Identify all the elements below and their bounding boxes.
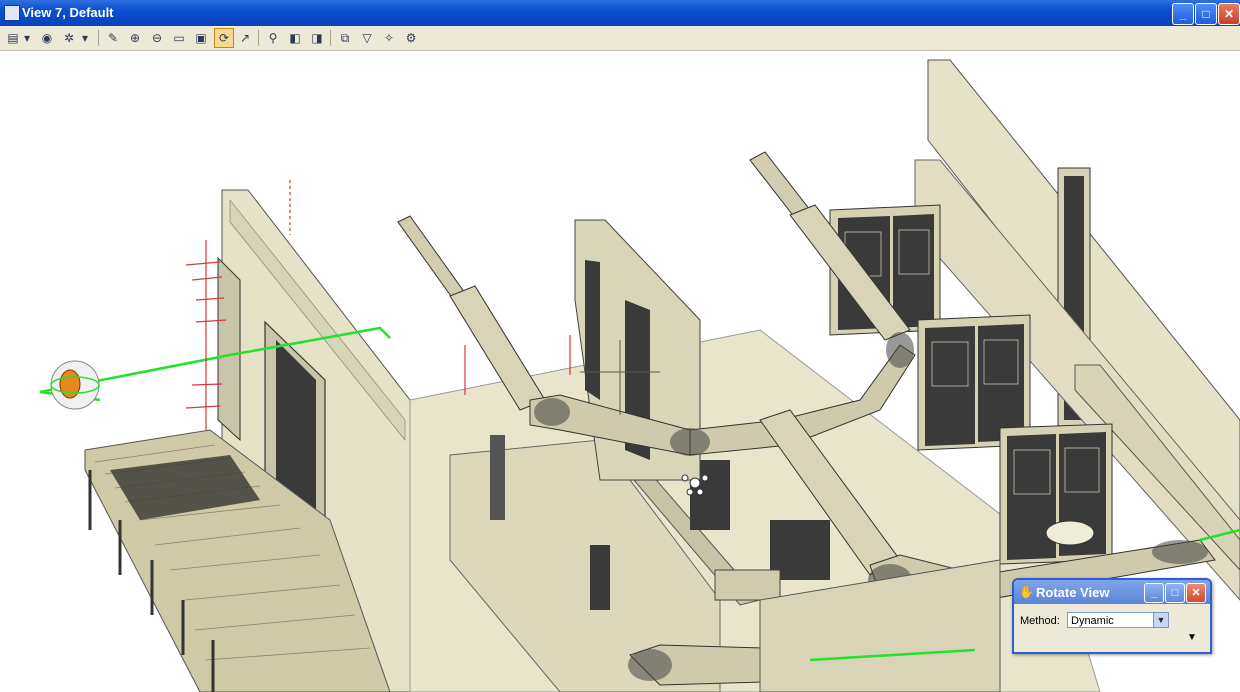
toolbar-separator	[258, 30, 259, 46]
interior-column	[490, 435, 505, 520]
dialog-minimize-button[interactable]: _	[1144, 583, 1164, 603]
chevron-down-icon[interactable]: ▼	[1153, 613, 1168, 627]
method-value: Dynamic	[1071, 615, 1114, 627]
round-table	[1045, 520, 1095, 546]
clip-volume-icon[interactable]: ▽	[358, 29, 376, 47]
toolbar-separator	[98, 30, 99, 46]
window-titlebar[interactable]: View 7, Default _ □ ✕	[0, 0, 1240, 26]
update-view-icon[interactable]: ✎	[104, 29, 122, 47]
window-app-icon	[4, 5, 20, 21]
settings-icon[interactable]: ⚙	[402, 29, 420, 47]
method-select[interactable]: Dynamic ▼	[1067, 612, 1169, 628]
dialog-title: Rotate View	[1036, 585, 1110, 600]
view-display-icon[interactable]: ▤	[4, 29, 22, 47]
pan-view-icon[interactable]: ↗	[236, 29, 254, 47]
interior-block	[714, 569, 781, 601]
rotation-sphere-gizmo	[50, 360, 100, 410]
rotate-view-icon[interactable]: ⟳	[214, 28, 234, 48]
toolbar-separator	[330, 30, 331, 46]
hand-icon: ✋	[1019, 585, 1034, 599]
dialog-titlebar[interactable]: ✋ Rotate View _ □ ✕	[1014, 580, 1210, 604]
walk-icon[interactable]: ⚲	[264, 29, 282, 47]
minimize-button[interactable]: _	[1172, 3, 1194, 25]
previous-view-icon[interactable]: ◧	[286, 29, 304, 47]
zoom-in-icon[interactable]: ⊕	[126, 29, 144, 47]
dialog-maximize-button[interactable]: □	[1165, 583, 1185, 603]
chimney-shadow	[585, 260, 600, 400]
chevron-down-icon[interactable]: ▾	[80, 29, 90, 47]
view-attributes-icon[interactable]: ◉	[38, 29, 56, 47]
expand-dialog-button[interactable]: ▼	[1187, 632, 1197, 643]
fit-view-icon[interactable]: ▣	[192, 29, 210, 47]
next-view-icon[interactable]: ◨	[308, 29, 326, 47]
interior-column	[590, 545, 610, 610]
method-label: Method:	[1020, 615, 1060, 627]
maximize-button[interactable]: □	[1195, 3, 1217, 25]
render-icon[interactable]: ✧	[380, 29, 398, 47]
view-groups-icon[interactable]: ⧉	[336, 29, 354, 47]
dialog-close-button[interactable]: ✕	[1186, 583, 1206, 603]
view-toolbar: ▤ ▾ ◉ ✲ ▾ ✎ ⊕ ⊖ ▭ ▣ ⟳ ↗ ⚲ ◧ ◨ ⧉ ▽ ✧ ⚙	[0, 26, 1240, 51]
display-style-icon[interactable]: ✲	[60, 29, 78, 47]
chevron-down-icon[interactable]: ▾	[22, 29, 32, 47]
zoom-out-icon[interactable]: ⊖	[148, 29, 166, 47]
rotate-view-dialog[interactable]: ✋ Rotate View _ □ ✕ Method: Dynamic ▼ ▼	[1012, 578, 1212, 654]
facade-window	[217, 256, 241, 442]
close-button[interactable]: ✕	[1218, 3, 1240, 25]
window-area-icon[interactable]: ▭	[170, 29, 188, 47]
window-title: View 7, Default	[22, 5, 114, 20]
